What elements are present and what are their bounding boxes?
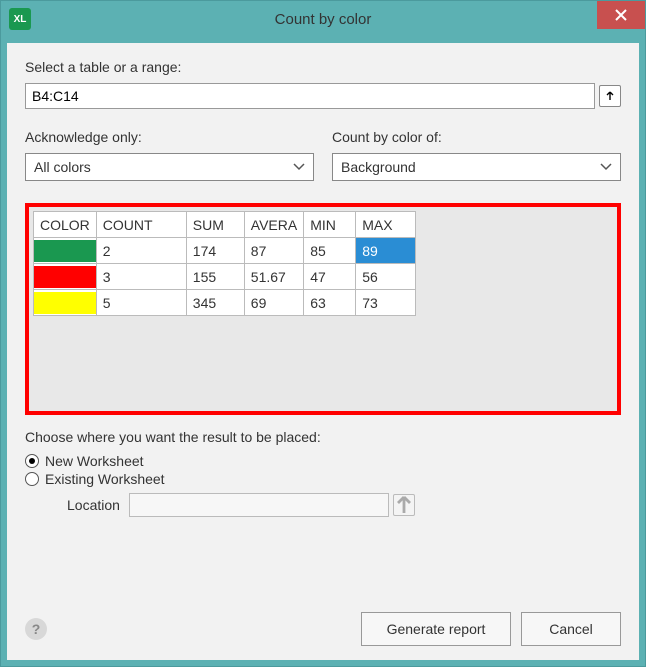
help-button[interactable]: ? (25, 618, 47, 640)
radio-existing-worksheet[interactable]: Existing Worksheet (25, 471, 621, 487)
acknowledge-label: Acknowledge only: (25, 129, 314, 145)
chevron-down-icon (600, 163, 612, 171)
header-average[interactable]: AVERA (244, 212, 303, 238)
header-min[interactable]: MIN (304, 212, 356, 238)
count-by-label: Count by color of: (332, 129, 621, 145)
cell-average[interactable]: 51.67 (244, 264, 303, 290)
table-row[interactable]: 5345696373 (34, 290, 416, 316)
help-icon: ? (32, 621, 41, 637)
chevron-down-icon (293, 163, 305, 171)
table-header-row: COLOR COUNT SUM AVERA MIN MAX (34, 212, 416, 238)
close-icon (615, 9, 627, 21)
radio-new-worksheet[interactable]: New Worksheet (25, 453, 621, 469)
close-button[interactable] (597, 1, 645, 29)
cell-color[interactable] (34, 238, 97, 264)
arrow-up-icon (394, 495, 414, 515)
cell-min[interactable]: 47 (304, 264, 356, 290)
placement-label: Choose where you want the result to be p… (25, 429, 621, 445)
range-input[interactable] (25, 83, 595, 109)
header-count[interactable]: COUNT (96, 212, 186, 238)
dialog-window: XL Count by color Select a table or a ra… (0, 0, 646, 667)
cell-max[interactable]: 56 (356, 264, 416, 290)
radio-new-worksheet-label: New Worksheet (45, 453, 144, 469)
cell-sum[interactable]: 174 (186, 238, 244, 264)
cell-count[interactable]: 5 (96, 290, 186, 316)
cell-max[interactable]: 73 (356, 290, 416, 316)
radio-icon (25, 454, 39, 468)
count-by-select[interactable]: Background (332, 153, 621, 181)
result-table-highlight: COLOR COUNT SUM AVERA MIN MAX 2174878589… (25, 203, 621, 415)
result-table[interactable]: COLOR COUNT SUM AVERA MIN MAX 2174878589… (33, 211, 416, 316)
color-swatch (34, 266, 96, 288)
generate-report-button[interactable]: Generate report (361, 612, 511, 646)
cell-sum[interactable]: 155 (186, 264, 244, 290)
app-icon: XL (9, 8, 31, 30)
header-color[interactable]: COLOR (34, 212, 97, 238)
count-by-value: Background (341, 159, 416, 175)
header-max[interactable]: MAX (356, 212, 416, 238)
radio-existing-worksheet-label: Existing Worksheet (45, 471, 165, 487)
cell-average[interactable]: 87 (244, 238, 303, 264)
color-swatch (34, 292, 96, 314)
cell-color[interactable] (34, 290, 97, 316)
cell-max[interactable]: 89 (356, 238, 416, 264)
cell-average[interactable]: 69 (244, 290, 303, 316)
location-picker-button (393, 494, 415, 516)
table-row[interactable]: 2174878589 (34, 238, 416, 264)
cell-min[interactable]: 63 (304, 290, 356, 316)
location-input (129, 493, 389, 517)
radio-icon (25, 472, 39, 486)
header-sum[interactable]: SUM (186, 212, 244, 238)
table-body: 2174878589315551.6747565345696373 (34, 238, 416, 316)
window-title: Count by color (1, 11, 645, 28)
dialog-content: Select a table or a range: Acknowledge o… (7, 43, 639, 660)
color-swatch (34, 240, 96, 262)
cell-count[interactable]: 3 (96, 264, 186, 290)
acknowledge-select[interactable]: All colors (25, 153, 314, 181)
location-label: Location (67, 497, 125, 513)
titlebar: XL Count by color (1, 1, 645, 37)
table-row[interactable]: 315551.674756 (34, 264, 416, 290)
cancel-button[interactable]: Cancel (521, 612, 621, 646)
range-label: Select a table or a range: (25, 59, 621, 75)
range-picker-button[interactable] (599, 85, 621, 107)
cell-count[interactable]: 2 (96, 238, 186, 264)
cell-sum[interactable]: 345 (186, 290, 244, 316)
cell-color[interactable] (34, 264, 97, 290)
acknowledge-value: All colors (34, 159, 91, 175)
cell-min[interactable]: 85 (304, 238, 356, 264)
arrow-up-icon (605, 91, 615, 101)
